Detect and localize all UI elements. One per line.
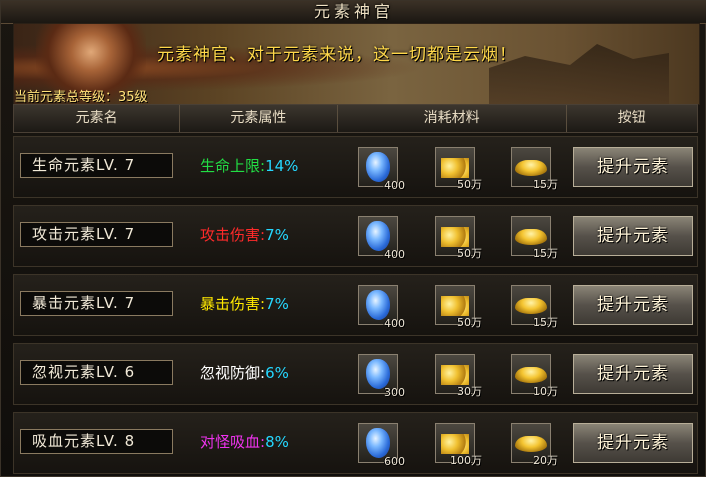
attribute-label: 忽视防御:: [200, 364, 266, 382]
attribute-label: 攻击伤害:: [200, 226, 266, 244]
attribute-value: 8%: [265, 433, 289, 451]
element-row: 暴击元素LV. 7 暴击伤害:7% 400 50万 15万 提升元素: [13, 274, 698, 336]
material-count: 50万: [457, 247, 482, 260]
blue-gem-icon: [366, 221, 390, 251]
element-priest-window: 元素神官 元素神官、对于元素来说，这一切都是云烟！ 当前元素总等级：35级 元素…: [0, 0, 706, 477]
element-attribute: 暴击伤害:7%: [200, 293, 289, 314]
material-count: 30万: [457, 385, 482, 398]
material-slot[interactable]: 10万: [511, 354, 558, 398]
attribute-value: 7%: [265, 226, 289, 244]
window-title: 元素神官: [313, 2, 394, 21]
attribute-value: 6%: [265, 364, 289, 382]
material-count: 20万: [533, 454, 558, 467]
element-attribute: 忽视防御:6%: [200, 362, 289, 383]
material-slot[interactable]: 400: [358, 147, 405, 192]
material-slot[interactable]: 600: [358, 423, 405, 468]
material-slot[interactable]: 20万: [511, 423, 558, 467]
title-bar[interactable]: 元素神官: [1, 1, 706, 24]
blue-gem-icon: [366, 290, 390, 320]
material-slot[interactable]: 400: [358, 285, 405, 330]
material-slot[interactable]: 100万: [435, 423, 482, 467]
total-level-label: 当前元素总等级：: [14, 90, 119, 105]
total-level-value: 35级: [118, 90, 148, 105]
upgrade-element-button[interactable]: 提升元素: [573, 423, 693, 463]
element-attribute: 生命上限:14%: [200, 155, 298, 176]
banner-slogan: 元素神官、对于元素来说，这一切都是云烟！: [157, 45, 517, 65]
attribute-value: 14%: [265, 157, 299, 175]
blue-gem-icon: [366, 428, 390, 458]
element-name-box: 忽视元素LV. 6: [20, 360, 173, 385]
header-materials: 消耗材料: [338, 105, 567, 132]
element-name-box: 吸血元素LV. 8: [20, 429, 173, 454]
material-slot[interactable]: 50万: [435, 216, 482, 260]
blue-gem-icon: [366, 359, 390, 389]
gold-ingot-icon: [515, 298, 547, 314]
material-count: 400: [384, 317, 405, 330]
element-attribute: 对怪吸血:8%: [200, 431, 289, 452]
banner: 元素神官、对于元素来说，这一切都是云烟！ 当前元素总等级：35级: [13, 23, 700, 105]
material-slot[interactable]: 15万: [511, 216, 558, 260]
gold-ingot-icon: [515, 436, 547, 452]
material-slot[interactable]: 30万: [435, 354, 482, 398]
gold-coins-icon: [441, 365, 469, 385]
material-count: 300: [384, 386, 405, 399]
material-slot[interactable]: 300: [358, 354, 405, 399]
gold-coins-icon: [441, 227, 469, 247]
material-count: 15万: [533, 316, 558, 329]
material-slot[interactable]: 50万: [435, 147, 482, 191]
upgrade-element-button[interactable]: 提升元素: [573, 147, 693, 187]
material-slot[interactable]: 15万: [511, 285, 558, 329]
blue-gem-icon: [366, 152, 390, 182]
header-element-name: 元素名: [14, 105, 181, 132]
material-count: 50万: [457, 178, 482, 191]
element-name-box: 攻击元素LV. 7: [20, 222, 173, 247]
element-row: 生命元素LV. 7 生命上限:14% 400 50万 15万 提升元素: [13, 136, 698, 198]
element-name-box: 暴击元素LV. 7: [20, 291, 173, 316]
material-slot[interactable]: 400: [358, 216, 405, 261]
attribute-value: 7%: [265, 295, 289, 313]
element-attribute: 攻击伤害:7%: [200, 224, 289, 245]
gold-coins-icon: [441, 434, 469, 454]
material-slot[interactable]: 15万: [511, 147, 558, 191]
material-slot[interactable]: 50万: [435, 285, 482, 329]
header-element-attribute: 元素属性: [180, 105, 338, 132]
upgrade-element-button[interactable]: 提升元素: [573, 354, 693, 394]
table-header: 元素名 元素属性 消耗材料 按钮: [13, 104, 698, 133]
header-button: 按钮: [617, 110, 646, 126]
attribute-label: 暴击伤害:: [200, 295, 266, 313]
gold-ingot-icon: [515, 367, 547, 383]
gold-coins-icon: [441, 158, 469, 178]
element-row: 攻击元素LV. 7 攻击伤害:7% 400 50万 15万 提升元素: [13, 205, 698, 267]
material-count: 100万: [450, 454, 482, 467]
upgrade-element-button[interactable]: 提升元素: [573, 285, 693, 325]
gold-coins-icon: [441, 296, 469, 316]
material-count: 10万: [533, 385, 558, 398]
gold-ingot-icon: [515, 160, 547, 176]
material-count: 400: [384, 179, 405, 192]
upgrade-element-button[interactable]: 提升元素: [573, 216, 693, 256]
material-count: 15万: [533, 178, 558, 191]
attribute-label: 生命上限:: [200, 157, 266, 175]
gold-ingot-icon: [515, 229, 547, 245]
total-element-level: 当前元素总等级：35级: [14, 86, 148, 105]
element-row: 忽视元素LV. 6 忽视防御:6% 300 30万 10万 提升元素: [13, 343, 698, 405]
element-row: 吸血元素LV. 8 对怪吸血:8% 600 100万 20万 提升元素: [13, 412, 698, 474]
material-count: 50万: [457, 316, 482, 329]
material-count: 15万: [533, 247, 558, 260]
material-count: 400: [384, 248, 405, 261]
material-count: 600: [384, 455, 405, 468]
element-name-box: 生命元素LV. 7: [20, 153, 173, 178]
attribute-label: 对怪吸血:: [200, 433, 266, 451]
